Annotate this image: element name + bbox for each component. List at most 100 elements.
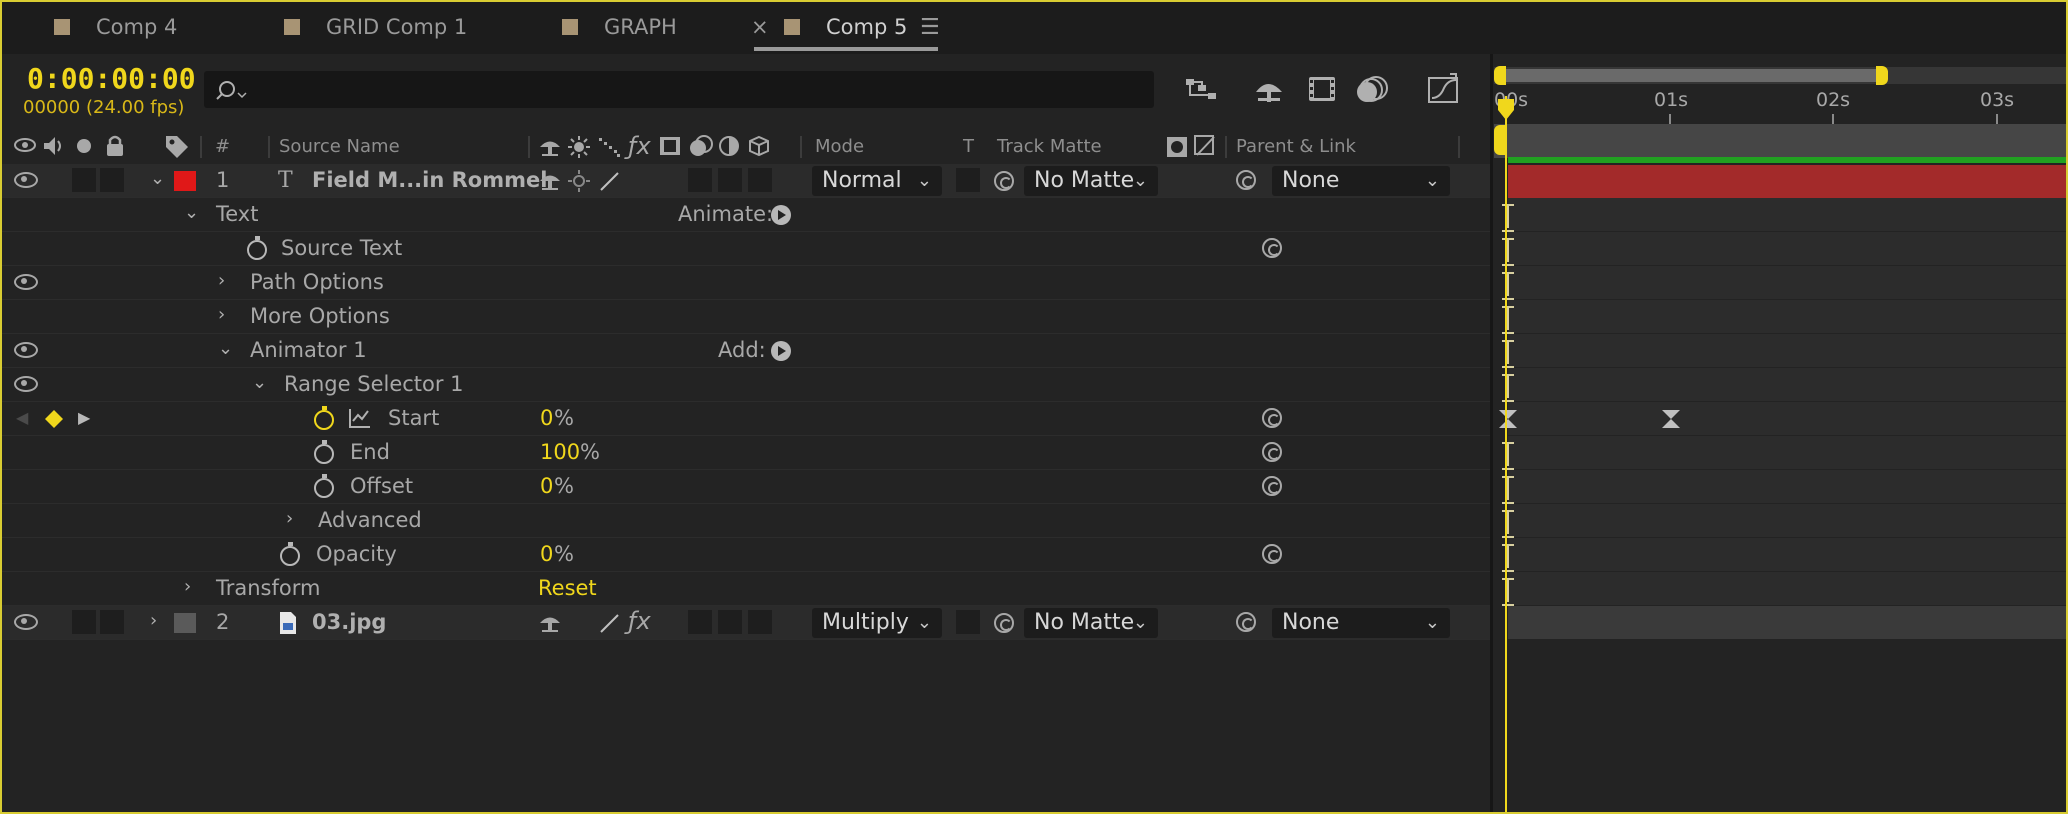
chevron-right-icon[interactable]: › — [218, 270, 225, 291]
chevron-right-icon[interactable]: › — [184, 576, 191, 597]
adjustment-switch[interactable] — [718, 610, 742, 634]
mode-dropdown[interactable]: Multiply ⌄ — [812, 608, 942, 638]
collapse-transform-icon[interactable] — [568, 136, 590, 158]
graph-icon[interactable] — [348, 407, 372, 429]
parent-dropdown[interactable]: None ⌄ — [1272, 166, 1450, 196]
stopwatch-icon[interactable] — [280, 542, 300, 566]
pick-whip-icon[interactable] — [994, 613, 1014, 633]
property-offset[interactable]: Offset 0 % — [0, 470, 1490, 504]
expression-pick-whip-icon[interactable] — [1262, 238, 1282, 258]
video-visibility-icon[interactable] — [14, 136, 38, 156]
shy-switch-icon[interactable] — [538, 170, 562, 192]
property-group-text[interactable]: ⌄ Text Animate: — [0, 198, 1490, 232]
column-divider[interactable] — [1225, 136, 1227, 158]
stopwatch-icon[interactable] — [314, 440, 334, 464]
label-tag-icon[interactable] — [164, 134, 190, 158]
keyframe-hourglass-icon[interactable] — [1499, 410, 1517, 428]
property-group-advanced[interactable]: › Advanced — [0, 504, 1490, 538]
graph-editor-icon[interactable] — [1426, 72, 1462, 104]
expression-pick-whip-icon[interactable] — [1262, 544, 1282, 564]
column-divider[interactable] — [268, 136, 270, 158]
preserve-transparency-toggle[interactable] — [956, 610, 980, 634]
column-preserve-transparency[interactable]: T — [963, 136, 974, 157]
property-value[interactable]: 0 — [540, 406, 553, 430]
column-number[interactable]: # — [215, 136, 230, 157]
parent-pick-whip-icon[interactable] — [1236, 170, 1256, 190]
chevron-down-icon[interactable]: ⌄ — [184, 202, 199, 223]
solo-icon[interactable] — [76, 138, 92, 154]
continuously-rasterize-icon[interactable] — [568, 170, 590, 192]
lock-toggle[interactable] — [100, 168, 124, 192]
quality-icon[interactable] — [597, 136, 621, 158]
chevron-down-icon[interactable]: ⌄ — [150, 168, 165, 189]
column-divider[interactable] — [200, 136, 202, 158]
property-value[interactable]: 0 — [540, 474, 553, 498]
label-color-swatch[interactable] — [174, 613, 196, 633]
quality-switch-icon[interactable] — [598, 170, 622, 192]
draft-3d-icon[interactable] — [1252, 74, 1288, 104]
chevron-right-icon[interactable]: › — [218, 304, 225, 325]
property-value[interactable]: 100 — [540, 440, 580, 464]
property-group-more-options[interactable]: › More Options — [0, 300, 1490, 334]
adjustment-switch[interactable] — [718, 168, 742, 192]
layer-name[interactable]: Field M...in Rommel — [312, 168, 547, 192]
property-group-range-selector-1[interactable]: ⌄ Range Selector 1 — [0, 368, 1490, 402]
track-matte-dropdown[interactable]: No Matte ⌄ — [1024, 166, 1158, 196]
layer-row-1[interactable]: ⌄ 1 T Field M...in Rommel Normal ⌄ No Mat… — [0, 164, 1490, 198]
tab-comp-5[interactable]: Comp 5 — [784, 0, 907, 54]
chevron-right-icon[interactable]: › — [150, 610, 157, 631]
lock-toggle[interactable] — [100, 610, 124, 634]
track-matte-dropdown[interactable]: No Matte ⌄ — [1024, 608, 1158, 638]
pick-whip-icon[interactable] — [994, 171, 1014, 191]
add-menu-icon[interactable] — [770, 340, 792, 362]
3d-switch[interactable] — [748, 610, 772, 634]
tab-comp-4[interactable]: Comp 4 — [54, 0, 177, 54]
frame-blending-icon[interactable] — [1306, 74, 1338, 104]
solo-toggle[interactable] — [72, 610, 96, 634]
layer-row-2[interactable]: › 2 03.jpg ƒx Multiply ⌄ No Matte ⌄ None ⌄ — [0, 606, 1490, 640]
expression-pick-whip-icon[interactable] — [1262, 442, 1282, 462]
expression-pick-whip-icon[interactable] — [1262, 408, 1282, 428]
keyframe-diamond-icon[interactable] — [44, 409, 64, 429]
tab-graph[interactable]: GRAPH — [562, 0, 677, 54]
preserve-transparency-toggle[interactable] — [956, 168, 980, 192]
close-tab-icon[interactable]: × — [751, 0, 769, 54]
frame-blend-column-icon[interactable] — [658, 135, 682, 157]
property-group-animator-1[interactable]: ⌄ Animator 1 Add: — [0, 334, 1490, 368]
search-input[interactable] — [204, 71, 1154, 108]
property-group-transform[interactable]: › Transform Reset — [0, 572, 1490, 606]
layer-1-duration-bar[interactable] — [1508, 165, 2068, 198]
time-ruler[interactable]: 00s 01s 02s 03s — [1494, 86, 2068, 126]
column-divider[interactable] — [800, 136, 802, 158]
parent-dropdown[interactable]: None ⌄ — [1272, 608, 1450, 638]
eye-icon[interactable] — [14, 172, 38, 188]
expression-pick-whip-icon[interactable] — [1262, 476, 1282, 496]
column-mode[interactable]: Mode — [815, 136, 864, 157]
lock-icon[interactable] — [104, 134, 126, 158]
motion-blur-switch[interactable] — [688, 168, 712, 192]
keyframe-hourglass-icon[interactable] — [1662, 410, 1680, 428]
motion-blur-switch[interactable] — [688, 610, 712, 634]
chevron-down-icon[interactable]: ⌄ — [252, 372, 267, 393]
playhead-handle-icon[interactable] — [1497, 98, 1515, 122]
panel-menu-icon[interactable]: ☰ — [920, 0, 940, 54]
layer-2-duration-bar[interactable] — [1508, 606, 2068, 640]
adjustment-layer-icon[interactable] — [718, 135, 742, 157]
mode-dropdown[interactable]: Normal ⌄ — [812, 166, 942, 196]
parent-pick-whip-icon[interactable] — [1236, 612, 1256, 632]
property-end[interactable]: End 100 % — [0, 436, 1490, 470]
property-opacity[interactable]: Opacity 0 % — [0, 538, 1490, 572]
composition-flowchart-icon[interactable] — [1184, 75, 1220, 105]
motion-blur-icon[interactable] — [1356, 74, 1390, 104]
label-color-swatch[interactable] — [174, 171, 196, 191]
column-divider[interactable] — [528, 136, 530, 158]
eye-icon[interactable] — [14, 614, 38, 630]
column-track-matte[interactable]: Track Matte — [997, 136, 1102, 157]
property-source-text[interactable]: Source Text — [0, 232, 1490, 266]
matte-invert-icon[interactable] — [1194, 135, 1216, 157]
animate-menu-icon[interactable] — [770, 204, 792, 226]
stopwatch-icon[interactable] — [314, 474, 334, 498]
quality-switch-icon[interactable] — [598, 612, 622, 634]
prev-keyframe-icon[interactable]: ◀ — [16, 408, 28, 427]
column-source-name[interactable]: Source Name — [279, 136, 400, 157]
